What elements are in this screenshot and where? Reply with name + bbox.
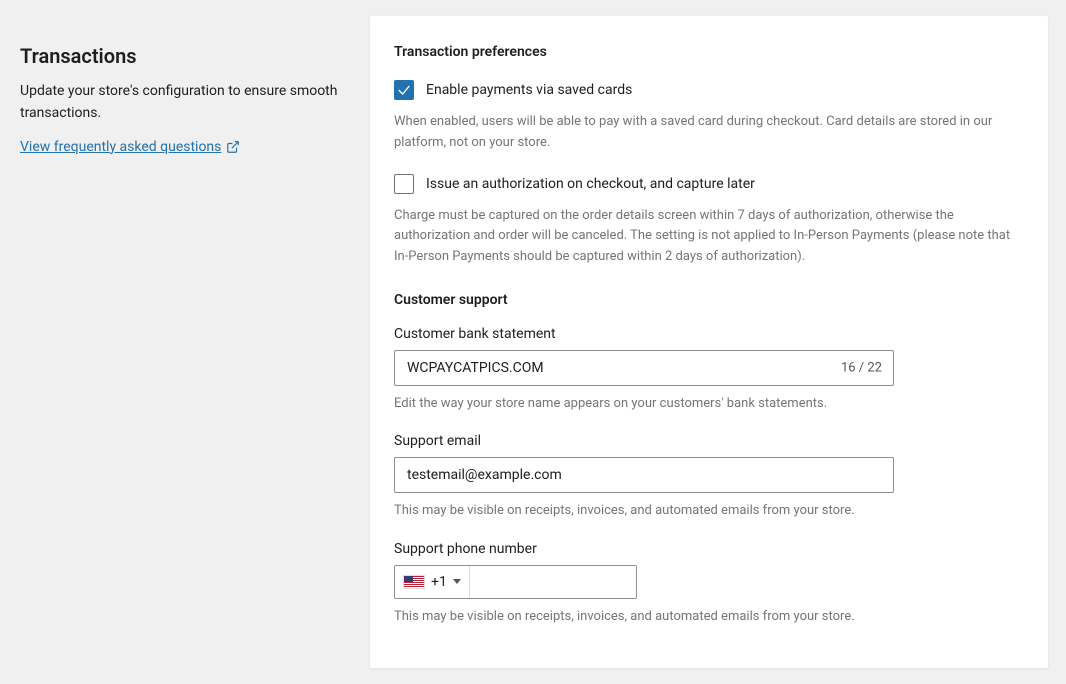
support-phone-label: Support phone number [394, 541, 1024, 557]
sidebar: Transactions Update your store's configu… [0, 16, 370, 175]
auth-capture-checkbox[interactable] [394, 174, 414, 194]
support-email-input[interactable] [394, 457, 894, 493]
faq-link-text: View frequently asked questions [20, 139, 221, 155]
bank-statement-label: Customer bank statement [394, 326, 1024, 342]
phone-country-code: +1 [431, 574, 447, 590]
saved-cards-checkbox[interactable] [394, 80, 414, 100]
phone-country-select[interactable]: +1 [395, 566, 470, 598]
page-title: Transactions [20, 44, 350, 68]
settings-panel: Transaction preferences Enable payments … [370, 16, 1048, 668]
saved-cards-label: Enable payments via saved cards [426, 82, 632, 98]
support-email-help: This may be visible on receipts, invoice… [394, 501, 1024, 521]
support-phone-input[interactable] [470, 566, 637, 598]
support-email-label: Support email [394, 433, 1024, 449]
auth-capture-label: Issue an authorization on checkout, and … [426, 176, 755, 192]
external-link-icon [226, 140, 240, 154]
bank-statement-input[interactable] [394, 350, 894, 386]
saved-cards-help: When enabled, users will be able to pay … [394, 112, 1024, 154]
page-description: Update your store's configuration to ens… [20, 80, 350, 125]
faq-link[interactable]: View frequently asked questions [20, 139, 240, 155]
auth-capture-help: Charge must be captured on the order det… [394, 206, 1024, 268]
check-icon [396, 82, 412, 98]
bank-statement-help: Edit the way your store name appears on … [394, 394, 1024, 414]
customer-support-heading: Customer support [394, 292, 1024, 308]
chevron-down-icon [453, 579, 461, 584]
support-phone-help: This may be visible on receipts, invoice… [394, 607, 1024, 627]
transaction-prefs-heading: Transaction preferences [394, 44, 1024, 60]
us-flag-icon [403, 575, 425, 589]
